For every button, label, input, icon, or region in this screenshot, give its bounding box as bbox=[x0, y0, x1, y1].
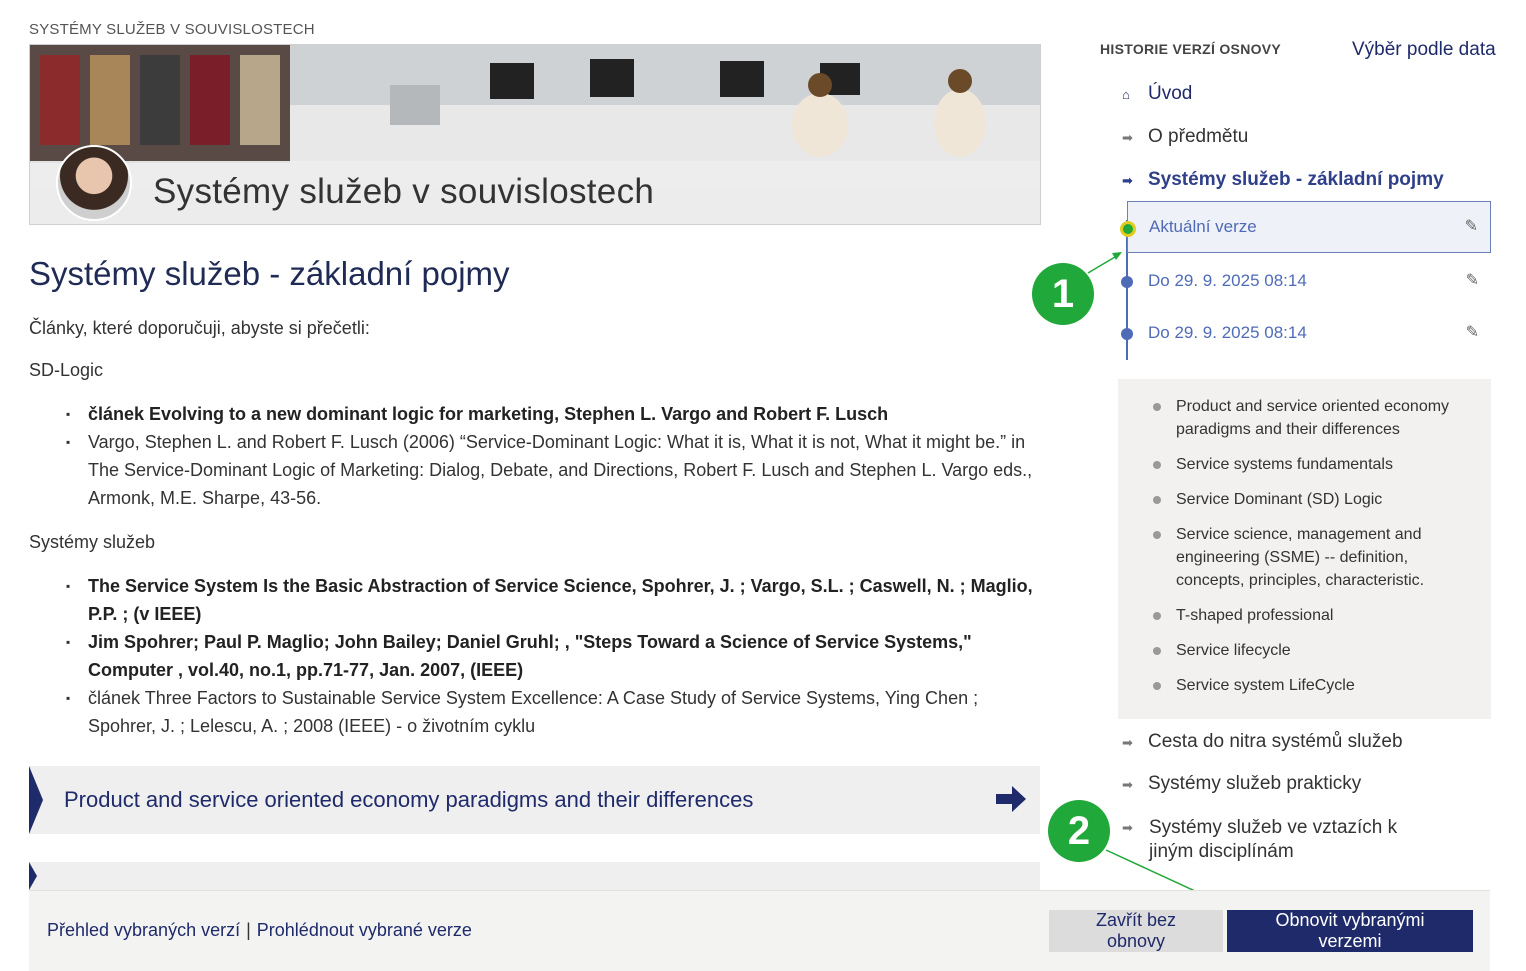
pencil-icon[interactable]: ✎ bbox=[1465, 216, 1478, 236]
service-systems-list: The Service System Is the Basic Abstract… bbox=[66, 572, 1043, 740]
nav-item-label: Systémy služeb - základní pojmy bbox=[1148, 169, 1444, 190]
version-label: Aktuální verze bbox=[1149, 217, 1257, 236]
arrow-right-icon bbox=[996, 786, 1026, 812]
current-version-dot bbox=[1120, 221, 1136, 237]
accordion-label: Product and service oriented economy par… bbox=[64, 787, 754, 812]
page-heading: Systémy služeb - základní pojmy bbox=[29, 255, 510, 292]
teacher-avatar bbox=[56, 145, 132, 221]
selected-versions-overview-link[interactable]: Přehled vybraných verzí bbox=[47, 920, 240, 940]
list-item[interactable]: The Service System Is the Basic Abstract… bbox=[66, 572, 1043, 628]
nav-item-label: Úvod bbox=[1148, 83, 1193, 104]
intro-text: Články, které doporučuji, abyste si přeč… bbox=[29, 318, 370, 338]
banner-photo bbox=[30, 45, 1040, 163]
accordion-product-service[interactable]: Product and service oriented economy par… bbox=[29, 766, 1040, 834]
nav-item-label: O předmětu bbox=[1148, 126, 1249, 147]
version-history-header: HISTORIE VERZÍ OSNOVY bbox=[1100, 41, 1282, 57]
annotation-badge-1: 1 bbox=[1032, 263, 1094, 325]
close-without-restore-button[interactable]: Zavřít bez obnovy bbox=[1049, 910, 1223, 952]
select-by-date-link[interactable]: Výběr podle data bbox=[1352, 39, 1496, 61]
section-sd-logic: SD-Logic bbox=[29, 360, 104, 380]
annotation-arrows bbox=[1087, 252, 1210, 899]
arrow-right-icon: ➡ bbox=[1122, 173, 1133, 188]
accordion-marker bbox=[29, 862, 37, 890]
home-icon: ⌂ bbox=[1122, 87, 1130, 102]
section-service-systems: Systémy služeb bbox=[29, 532, 156, 552]
annotation-badge-2: 2 bbox=[1048, 800, 1110, 862]
list-item[interactable]: Jim Spohrer; Paul P. Maglio; John Bailey… bbox=[66, 628, 1043, 684]
separator: | bbox=[246, 920, 251, 940]
list-item: článek Three Factors to Sustainable Serv… bbox=[66, 684, 1043, 740]
nav-item-uvod[interactable]: ⌂ Úvod bbox=[1122, 83, 1192, 105]
restore-selected-versions-button[interactable]: Obnovit vybranými verzemi bbox=[1227, 910, 1473, 952]
course-banner: Systémy služeb v souvislostech bbox=[29, 44, 1041, 225]
banner-title: Systémy služeb v souvislostech bbox=[153, 172, 655, 211]
nav-item-zakladni-pojmy[interactable]: ➡ Systémy služeb - základní pojmy bbox=[1122, 169, 1444, 191]
bottom-links: Přehled vybraných verzí | Prohlédnout vybr… bbox=[47, 920, 472, 941]
accordion-next[interactable] bbox=[29, 862, 1040, 890]
list-item: Vargo, Stephen L. and Robert F. Lusch (2… bbox=[66, 428, 1043, 512]
course-caption: SYSTÉMY SLUŽEB V SOUVISLOSTECH bbox=[29, 21, 315, 38]
arrow-right-icon: ➡ bbox=[1122, 130, 1133, 145]
accordion-marker bbox=[29, 766, 43, 834]
list-item[interactable]: článek Evolving to a new dominant logic … bbox=[66, 400, 1043, 428]
nav-item-o-predmetu[interactable]: ➡ O předmětu bbox=[1122, 126, 1248, 148]
bottom-action-bar: Přehled vybraných verzí | Prohlédnout vybr… bbox=[29, 890, 1490, 971]
sd-logic-list: článek Evolving to a new dominant logic … bbox=[66, 400, 1043, 512]
view-selected-versions-link[interactable]: Prohlédnout vybrané verze bbox=[257, 920, 472, 940]
